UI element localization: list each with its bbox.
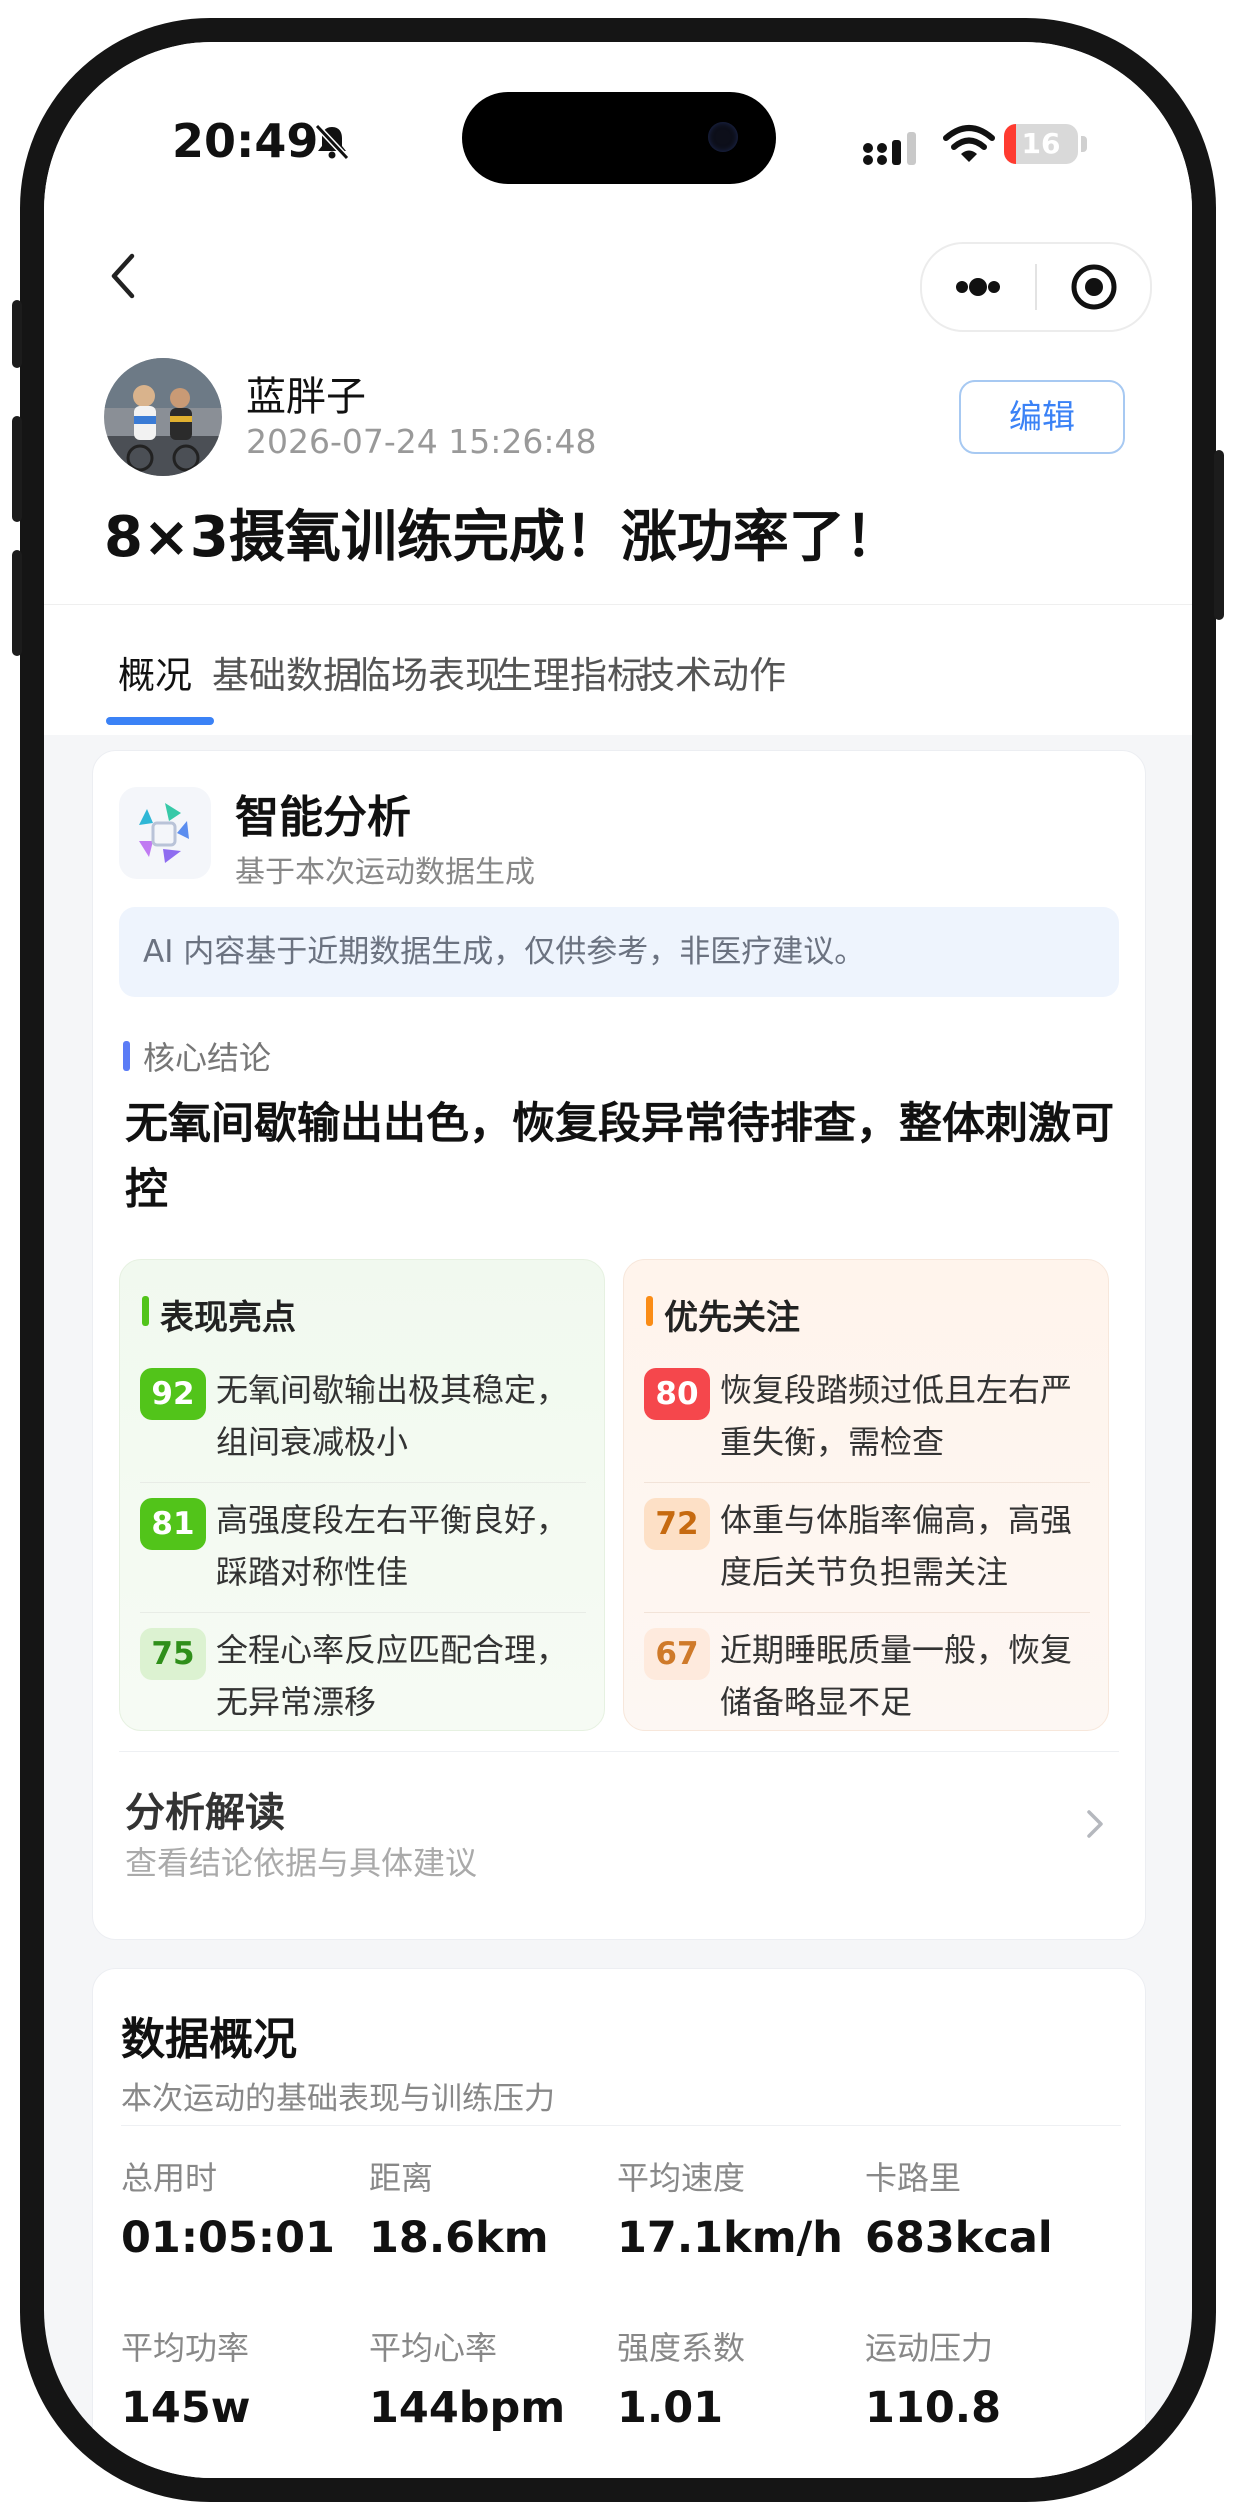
highlight-score: 92 [140,1368,206,1420]
stat-value: 01:05:01 [121,2213,335,2263]
data-overview-card: 数据概况 本次运动的基础表现与训练压力 总用时 01:05:01 距离 18.6… [92,1968,1146,2478]
stat-intensity-factor: 强度系数 1.01 [617,2323,857,2433]
ai-analysis-title: 智能分析 [235,792,411,843]
tab-bar: 概况 基础数据 临场表现 生理指标 技术动作 [44,604,1192,735]
concern-score: 67 [644,1628,710,1680]
concern-text: 体重与体脂率偏高，高强度后关节负担需关注 [720,1501,1073,1591]
stat-label: 平均心率 [369,2329,498,2367]
capsule-divider [1035,264,1037,310]
volume-up-button [12,416,22,522]
post-header: 蓝胖子 2026-07-24 15:26:48 编辑 8×3摄氧训练完成！涨功率… [44,342,1192,604]
concern-score: 72 [644,1498,710,1550]
tab-physiology[interactable]: 生理指标 [496,645,644,699]
stat-value: 110.8 [865,2383,1002,2433]
ai-analysis-icon [119,787,211,879]
concern-text: 恢复段踏频过低且左右严重失衡，需检查 [720,1371,1073,1461]
battery-level: 16 [1021,127,1061,160]
ai-analysis-subtitle: 基于本次运动数据生成 [235,855,535,890]
core-label-bar [123,1041,130,1071]
highlight-text: 高强度段左右平衡良好，踩踏对称性佳 [216,1501,569,1591]
stat-avg-speed: 平均速度 17.1km/h [617,2153,857,2263]
stat-label: 距离 [369,2159,434,2197]
stat-avg-heart-rate: 平均心率 144bpm [369,2323,609,2433]
interpretation-title: 分析解读 [125,1790,285,1836]
concerns-title: 优先关注 [664,1298,800,1338]
tab-performance[interactable]: 临场表现 [354,645,502,699]
ai-disclaimer: AI 内容基于近期数据生成，仅供参考，非医疗建议。 [119,907,1119,997]
author-name: 蓝胖子 [246,374,366,420]
tab-overview[interactable]: 概况 [118,645,192,699]
core-conclusion-text: 无氧间歇输出出色，恢复段异常待排查，整体刺激可控 [125,1099,1114,1215]
highlights-panel: 表现亮点 92 无氧间歇输出极其稳定，组间衰减极小 81 高强度段左右平衡良好，… [119,1259,605,1731]
concerns-panel: 优先关注 80 恢复段踏频过低且左右严重失衡，需检查 72 体重与体脂率偏高，高… [623,1259,1109,1731]
data-overview-subtitle: 本次运动的基础表现与训练压力 [121,2081,555,2117]
action-button [12,300,22,368]
stat-value: 17.1km/h [617,2213,843,2263]
bell-muted-icon [314,123,350,161]
stat-value: 144bpm [369,2383,566,2433]
stat-value: 145w [121,2383,251,2433]
stat-label: 卡路里 [865,2159,962,2197]
close-button[interactable] [1038,244,1150,330]
stat-training-stress: 运动压力 110.8 [865,2323,1105,2433]
ai-analysis-card: 智能分析 基于本次运动数据生成 AI 内容基于近期数据生成，仅供参考，非医疗建议… [92,750,1146,1940]
volume-down-button [12,550,22,656]
stat-value: 18.6km [369,2213,549,2263]
post-title: 8×3摄氧训练完成！涨功率了！ [104,505,901,570]
active-tab-indicator [106,717,214,725]
highlights-bar [142,1296,149,1326]
stat-calories: 卡路里 683kcal [865,2153,1105,2263]
avatar[interactable] [104,358,222,476]
concerns-bar [646,1296,653,1326]
highlights-title: 表现亮点 [160,1298,296,1338]
more-dots-icon [956,281,968,293]
analysis-interpretation-link[interactable]: 分析解读 查看结论依据与具体建议 [119,1751,1119,1902]
edit-button[interactable]: 编辑 [959,380,1125,454]
divider [644,1482,1090,1483]
divider [140,1482,586,1483]
data-overview-title: 数据概况 [121,2014,297,2065]
highlight-text: 全程心率反应匹配合理，无异常漂移 [216,1631,569,1721]
nav-bar [44,212,1192,342]
stat-label: 平均速度 [617,2159,746,2197]
divider [644,1612,1090,1613]
highlight-text: 无氧间歇输出极其稳定，组间衰减极小 [216,1371,569,1461]
core-conclusion-label: 核心结论 [143,1039,272,1077]
interpretation-subtitle: 查看结论依据与具体建议 [125,1844,478,1882]
status-bar: 20:49 16 [44,42,1192,212]
battery-tip [1081,136,1087,152]
back-button[interactable] [94,246,154,306]
stat-label: 总用时 [121,2159,218,2197]
post-datetime: 2026-07-24 15:26:48 [246,422,597,461]
stat-distance: 距离 18.6km [369,2153,609,2263]
stat-value: 1.01 [617,2383,724,2433]
more-button[interactable] [922,244,1034,330]
highlight-score: 81 [140,1498,206,1550]
camera-icon [708,122,738,152]
signal-icon [863,132,916,165]
stat-label: 平均功率 [121,2329,250,2367]
tab-technique[interactable]: 技术动作 [638,645,786,699]
divider [140,1612,586,1613]
wifi-icon [943,125,995,162]
status-time: 20:49 [172,114,319,168]
concern-score: 80 [644,1368,710,1420]
stat-total-time: 总用时 01:05:01 [121,2153,361,2263]
stat-label: 强度系数 [617,2329,746,2367]
tab-basic-data[interactable]: 基础数据 [212,645,360,699]
chevron-left-icon [111,253,135,299]
battery-indicator: 16 [1004,124,1078,164]
highlight-score: 75 [140,1628,206,1680]
screen: 20:49 16 蓝胖子 2026-07-24 15:26:48 编辑 8×3摄… [44,42,1192,2478]
divider [121,2125,1121,2126]
power-button [1214,450,1224,620]
stat-value: 683kcal [865,2213,1053,2263]
stat-label: 运动压力 [865,2329,994,2367]
concern-text: 近期睡眠质量一般，恢复储备略显不足 [720,1631,1073,1721]
chevron-right-icon [1087,1810,1103,1838]
dynamic-island [462,92,776,184]
stat-avg-power: 平均功率 145w [121,2323,361,2433]
mini-program-capsule [920,242,1152,332]
